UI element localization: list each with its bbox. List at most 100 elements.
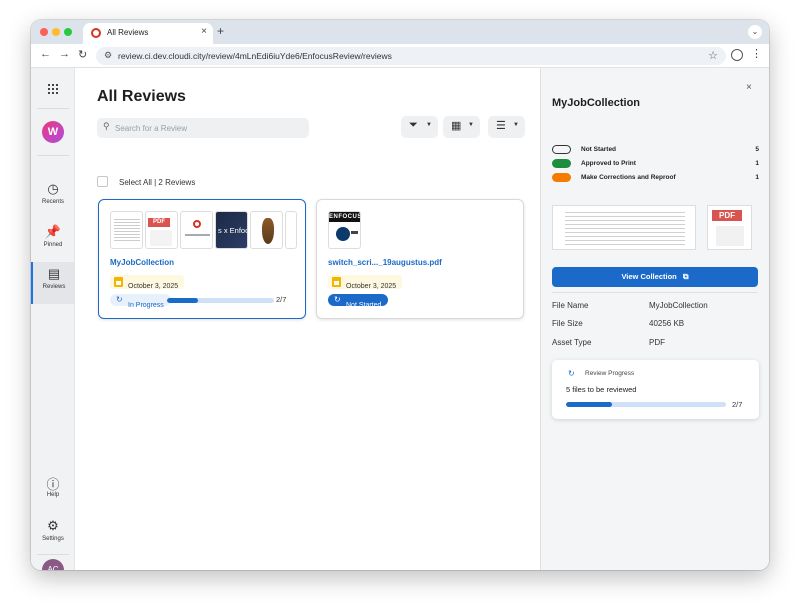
- legend-count: 1: [755, 160, 759, 167]
- chevron-down-icon: ▼: [468, 122, 474, 128]
- progress-count: 2/7: [276, 295, 287, 304]
- filter-icon: ⏷: [409, 119, 418, 131]
- sort-options-button[interactable]: ☰ ▼: [488, 116, 525, 138]
- rail-item-label: Reviews: [42, 284, 66, 290]
- chevron-down-icon: ▼: [513, 122, 519, 128]
- legend-row: Approved to Print 1: [552, 159, 759, 169]
- panel-divider: [552, 292, 758, 293]
- url-bar[interactable]: ⚙ review.ci.dev.cloudi.city/review/4mLnE…: [96, 47, 726, 65]
- legend-label: Approved to Print: [581, 160, 636, 167]
- avatar[interactable]: AC: [42, 559, 64, 570]
- tab-bar: All Reviews × + ⌄: [31, 20, 769, 44]
- review-progress-card: ↻ Review Progress 5 files to be reviewed…: [552, 360, 759, 419]
- review-progress-fill: [566, 402, 612, 407]
- search-icon: ⚲: [103, 121, 110, 131]
- pdf-badge: PDF: [148, 218, 170, 227]
- profile-icon[interactable]: [731, 49, 743, 61]
- tab-all-reviews[interactable]: All Reviews ×: [83, 23, 213, 44]
- close-icon[interactable]: ×: [746, 82, 752, 93]
- apps-grid-icon[interactable]: [48, 84, 58, 94]
- thumbnail-document: [180, 211, 213, 249]
- calendar-icon: [332, 277, 341, 287]
- browser-menu-icon[interactable]: ⋮: [751, 47, 762, 60]
- preview-pdf[interactable]: PDF: [707, 205, 752, 250]
- progress-icon: ↻: [334, 295, 341, 304]
- rail-item-label: Recents: [41, 199, 64, 205]
- tab-close-icon[interactable]: ×: [201, 26, 207, 37]
- progress-title: Review Progress: [585, 370, 635, 377]
- legend-row: Not Started 5: [552, 145, 759, 155]
- site-info-icon[interactable]: ⚙: [104, 50, 112, 61]
- rail-divider: [37, 554, 69, 555]
- legend-swatch-approved: [552, 159, 571, 168]
- card-progress-fill: [167, 298, 198, 303]
- panel-title: MyJobCollection: [552, 97, 641, 109]
- bookmark-star-icon[interactable]: ☆: [708, 49, 718, 62]
- back-icon[interactable]: ←: [40, 48, 51, 60]
- tab-search-button[interactable]: ⌄: [748, 25, 762, 39]
- search-input[interactable]: [115, 121, 301, 135]
- date-chip: October 3, 2025: [328, 275, 403, 290]
- rail-item-reviews[interactable]: ▤ Reviews: [31, 262, 75, 304]
- date-text: October 3, 2025: [128, 283, 179, 290]
- rail-item-label: Pinned: [43, 242, 63, 248]
- minimize-window-button[interactable]: [52, 28, 60, 36]
- page-title: All Reviews: [97, 88, 186, 105]
- select-all-checkbox[interactable]: [97, 176, 108, 187]
- forward-icon[interactable]: →: [59, 48, 70, 60]
- status-text: Not Started: [346, 302, 382, 309]
- rail-item-settings[interactable]: ⚙ Settings: [31, 514, 75, 556]
- meta-value: PDF: [649, 338, 665, 347]
- tab-title: All Reviews: [107, 28, 149, 37]
- reload-icon[interactable]: ↻: [78, 48, 87, 61]
- left-rail: W ◷ Recents 📌 Pinned ▤ Reviews ⓘ Help ⚙ …: [31, 68, 75, 570]
- gear-icon: ⚙: [47, 518, 59, 533]
- date-chip: October 3, 2025: [110, 275, 185, 290]
- calendar-icon: [114, 277, 123, 287]
- view-collection-button[interactable]: View Collection ⧉: [552, 267, 758, 287]
- help-icon: ⓘ: [46, 477, 60, 492]
- legend-swatch-corrections: [552, 173, 571, 182]
- review-card[interactable]: ENFOCUS switch_scri..._19augustus.pdf Oc…: [316, 199, 524, 319]
- thumbnail-guitar: [250, 211, 283, 249]
- filter-button[interactable]: ⏷ ▼: [401, 116, 438, 138]
- card-title[interactable]: MyJobCollection: [110, 258, 174, 267]
- close-window-button[interactable]: [40, 28, 48, 36]
- legend-row: Make Corrections and Reproof 1: [552, 173, 759, 183]
- meta-value: 40256 KB: [649, 319, 685, 328]
- new-tab-button[interactable]: +: [217, 24, 224, 38]
- preview-spreadsheet[interactable]: [552, 205, 696, 250]
- progress-subtitle: 5 files to be reviewed: [566, 385, 637, 394]
- address-bar: ← → ↻ ⚙ review.ci.dev.cloudi.city/review…: [31, 44, 769, 68]
- grid-view-icon: ▦: [451, 120, 462, 132]
- status-badge: ↻ Not Started: [328, 294, 389, 309]
- rail-item-help[interactable]: ⓘ Help: [31, 470, 75, 512]
- sliders-icon: ☰: [496, 120, 506, 132]
- rail-item-label: Settings: [42, 536, 64, 542]
- status-text: In Progress: [128, 302, 164, 309]
- pin-icon: 📌: [44, 224, 62, 239]
- view-toggle-button[interactable]: ▦ ▼: [443, 116, 480, 138]
- meta-key: File Name: [552, 301, 589, 310]
- app-logo[interactable]: W: [42, 121, 64, 143]
- status-badge: ↻ In Progress: [110, 294, 171, 309]
- legend-swatch-not-started: [552, 145, 571, 154]
- main-content: All Reviews ⚲ ⏷ ▼ ▦ ▼ ☰ ▼ Select All | 2…: [75, 68, 540, 570]
- details-panel: × MyJobCollection Not Started 5 Approved…: [540, 68, 769, 570]
- review-card[interactable]: PDF s x Enfocus MyJobCollection October …: [98, 199, 306, 319]
- rail-item-recents[interactable]: ◷ Recents: [31, 177, 75, 219]
- legend-label: Make Corrections and Reproof: [581, 174, 676, 181]
- rail-divider: [37, 108, 69, 109]
- thumbnail-caption: s x Enfocus: [218, 226, 247, 235]
- rail-divider: [37, 155, 69, 156]
- rail-item-label: Help: [46, 492, 60, 498]
- meta-key: File Size: [552, 319, 583, 328]
- chevron-down-icon: ▼: [426, 122, 432, 128]
- maximize-window-button[interactable]: [64, 28, 72, 36]
- url-text[interactable]: review.ci.dev.cloudi.city/review/4mLnEdi…: [118, 51, 392, 61]
- legend-count: 1: [755, 174, 759, 181]
- card-title[interactable]: switch_scri..._19augustus.pdf: [328, 258, 442, 267]
- thumbnail-enfocus-banner: s x Enfocus: [215, 211, 248, 249]
- rail-item-pinned[interactable]: 📌 Pinned: [31, 220, 75, 262]
- search-box[interactable]: ⚲: [97, 118, 309, 138]
